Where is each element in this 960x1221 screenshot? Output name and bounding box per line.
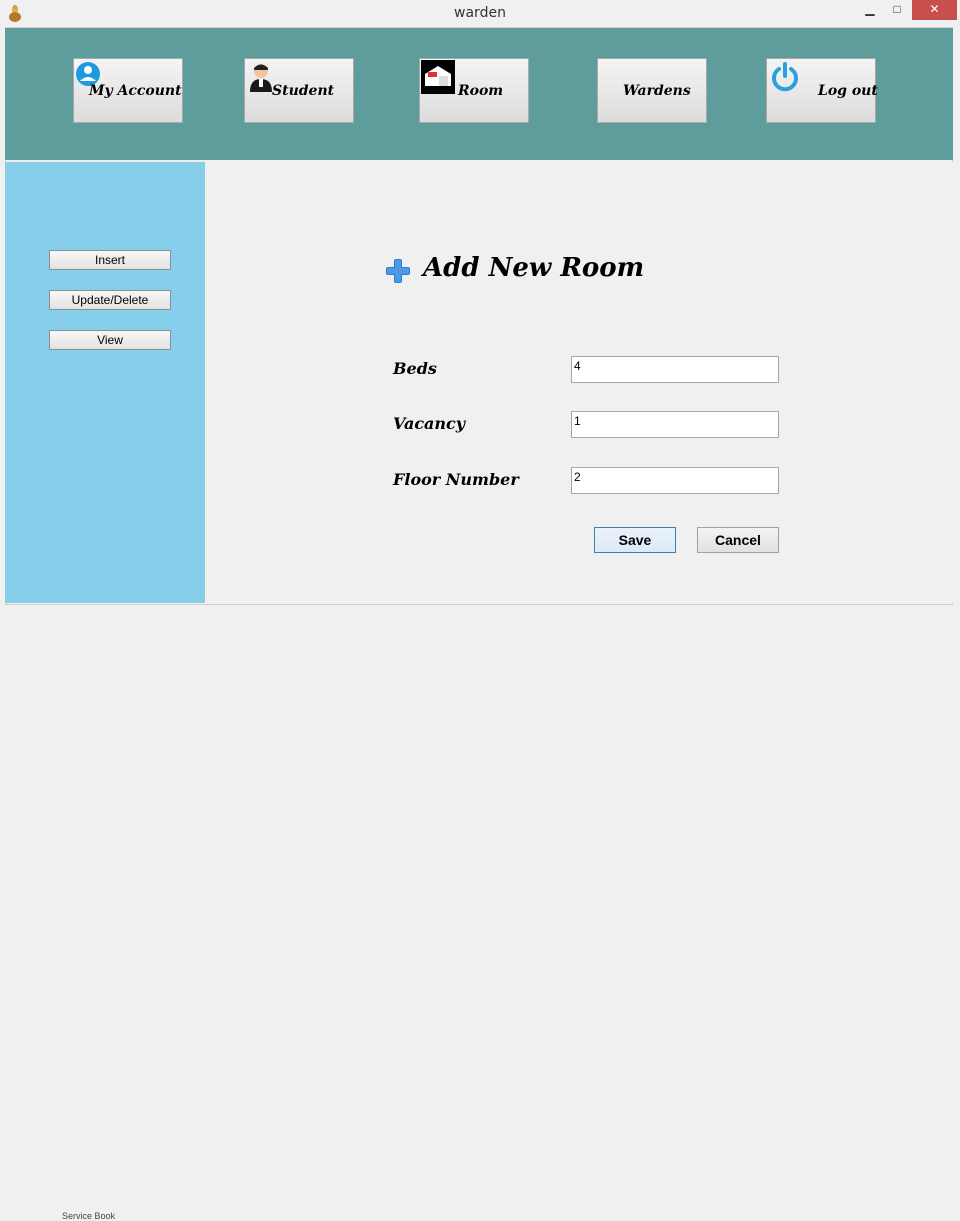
student-button[interactable]: Student	[244, 58, 354, 123]
taskbar-hint: Service Book	[62, 1211, 116, 1221]
save-button[interactable]: Save	[594, 527, 676, 553]
cancel-button[interactable]: Cancel	[697, 527, 779, 553]
insert-button[interactable]: Insert	[49, 250, 171, 270]
my-account-button[interactable]: My Account	[73, 58, 183, 123]
update-delete-button[interactable]: Update/Delete	[49, 290, 171, 310]
room-label: Room	[458, 83, 504, 99]
wardens-button[interactable]: Wardens	[597, 58, 707, 123]
window-title: warden	[454, 5, 506, 21]
floor-number-input[interactable]: 2	[571, 467, 779, 494]
vacancy-input[interactable]: 1	[571, 411, 779, 438]
wardens-label: Wardens	[623, 83, 691, 99]
floor-number-label: Floor Number	[393, 470, 519, 489]
top-nav-bar: My Account Student Room Wardens Log out	[5, 28, 953, 160]
room-icon	[421, 60, 455, 94]
minimize-button[interactable]: ▁	[857, 0, 883, 20]
view-button[interactable]: View	[49, 330, 171, 350]
title-bar: warden ▁ □ ✕	[0, 0, 960, 27]
sidebar: Insert Update/Delete View	[5, 162, 205, 603]
plus-icon	[386, 259, 410, 283]
my-account-label: My Account	[89, 83, 182, 99]
log-out-button[interactable]: Log out	[766, 58, 878, 123]
power-icon	[772, 62, 798, 92]
vacancy-label: Vacancy	[393, 414, 466, 433]
log-out-label: Log out	[818, 83, 878, 99]
main-panel: Add New Room Beds 4 Vacancy 1 Floor Numb…	[205, 162, 953, 603]
student-icon	[250, 64, 272, 92]
room-button[interactable]: Room	[419, 58, 529, 123]
beds-label: Beds	[393, 359, 437, 378]
maximize-button[interactable]: □	[884, 0, 910, 20]
taskbar-strip: Service Book	[0, 605, 960, 1221]
page-title: Add New Room	[423, 253, 645, 283]
beds-input[interactable]: 4	[571, 356, 779, 383]
close-button[interactable]: ✕	[912, 0, 957, 20]
student-label: Student	[272, 83, 335, 99]
